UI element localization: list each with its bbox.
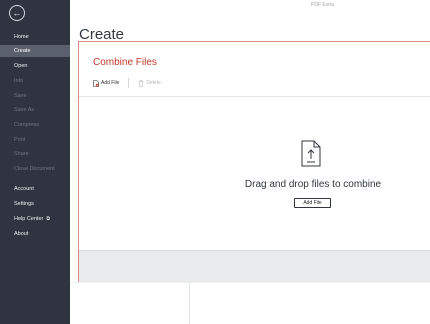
sidebar-item-label: Close Document bbox=[14, 166, 55, 172]
sidebar-item-label: About bbox=[14, 231, 29, 237]
trash-icon bbox=[138, 79, 144, 87]
sidebar-item-help-center[interactable]: Help Center ⧉ bbox=[0, 213, 70, 225]
sidebar-item-label: Compress bbox=[14, 122, 40, 128]
back-button[interactable]: ← bbox=[9, 5, 25, 21]
delete-label: Delete bbox=[146, 80, 161, 86]
sidebar-item-save: Save bbox=[0, 90, 70, 102]
panel-footer bbox=[79, 250, 430, 282]
sidebar-item-create[interactable]: Create bbox=[0, 45, 70, 57]
sidebar-item-label: Open bbox=[14, 63, 28, 69]
delete-toolbar-button[interactable]: Delete bbox=[138, 79, 161, 87]
sidebar-item-label: Settings bbox=[14, 201, 34, 207]
sidebar: ← Home Create Open Info Save Save As Com… bbox=[0, 0, 70, 324]
add-file-icon bbox=[93, 79, 99, 87]
add-file-toolbar-button[interactable]: Add File bbox=[93, 79, 120, 87]
sidebar-item-close-document: Close Document bbox=[0, 163, 70, 175]
external-link-icon: ⧉ bbox=[46, 216, 50, 222]
sidebar-item-open[interactable]: Open bbox=[0, 60, 70, 72]
sidebar-item-label: Save As bbox=[14, 107, 35, 113]
arrow-left-icon: ← bbox=[12, 7, 22, 18]
divider bbox=[189, 282, 190, 324]
panel-title: Combine Files bbox=[93, 57, 157, 68]
sidebar-item-compress: Compress bbox=[0, 119, 70, 131]
sidebar-item-label: Home bbox=[14, 34, 29, 40]
sidebar-item-share: Share bbox=[0, 148, 70, 160]
drop-zone[interactable]: Drag and drop files to combine Add File bbox=[79, 97, 430, 250]
combine-files-panel: Combine Files Add File Delete Drag and d… bbox=[78, 41, 430, 282]
sidebar-item-label: Info bbox=[14, 78, 24, 84]
sidebar-item-info: Info bbox=[0, 75, 70, 87]
sidebar-item-label: Create bbox=[14, 48, 31, 54]
sidebar-item-label: Share bbox=[14, 151, 29, 157]
sidebar-item-label: Account bbox=[14, 186, 34, 192]
upload-document-icon bbox=[301, 140, 321, 167]
sidebar-item-account[interactable]: Account bbox=[0, 183, 70, 195]
sidebar-item-print: Print bbox=[0, 134, 70, 146]
sidebar-item-home[interactable]: Home bbox=[0, 31, 70, 43]
drop-instructions: Drag and drop files to combine bbox=[244, 179, 382, 190]
sidebar-item-about[interactable]: About bbox=[0, 228, 70, 240]
sidebar-item-label: Save bbox=[14, 93, 27, 99]
page-title: Create bbox=[79, 26, 125, 43]
title-bar: PDF Extra bbox=[70, 0, 430, 14]
sidebar-item-settings[interactable]: Settings bbox=[0, 198, 70, 210]
add-file-label: Add File bbox=[101, 80, 120, 86]
add-file-button[interactable]: Add File bbox=[294, 198, 331, 208]
app-title: PDF Extra bbox=[311, 2, 335, 8]
panel-toolbar: Add File Delete bbox=[93, 78, 161, 88]
divider bbox=[70, 282, 430, 283]
sidebar-item-save-as: Save As bbox=[0, 104, 70, 116]
toolbar-separator bbox=[128, 78, 130, 88]
sidebar-item-label: Print bbox=[14, 137, 26, 143]
sidebar-item-label: Help Center bbox=[14, 216, 44, 222]
